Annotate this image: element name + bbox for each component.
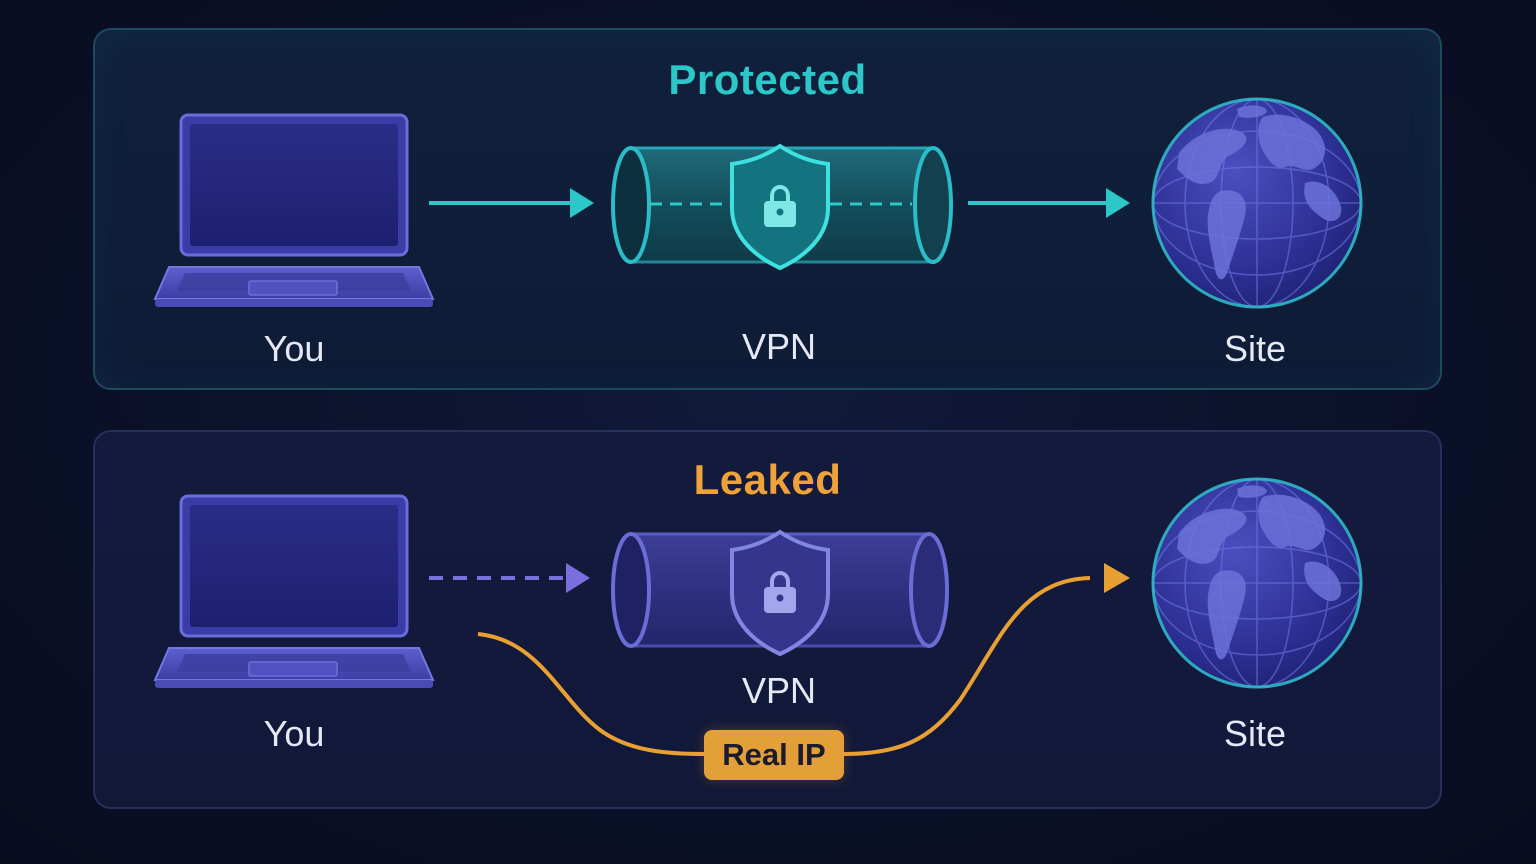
leaked-you-label: You (263, 713, 325, 754)
leaked-site-label: Site (1223, 713, 1287, 754)
protected-site-label: Site (1223, 328, 1287, 369)
leaked-site-globe-icon (1151, 477, 1363, 689)
leaked-dashed-arrow-to-vpn (429, 563, 590, 593)
protected-arrow-to-vpn (429, 188, 594, 218)
protected-arrow-to-site (968, 188, 1130, 218)
protected-site-globe-icon (1151, 97, 1363, 309)
protected-vpn-label: VPN (741, 326, 817, 367)
real-ip-badge: Real IP (704, 730, 844, 780)
leaked-vpn-label: VPN (741, 670, 817, 711)
leaked-you-laptop (153, 494, 435, 690)
protected-you-label: You (263, 328, 325, 369)
protected-you-laptop (153, 113, 435, 309)
